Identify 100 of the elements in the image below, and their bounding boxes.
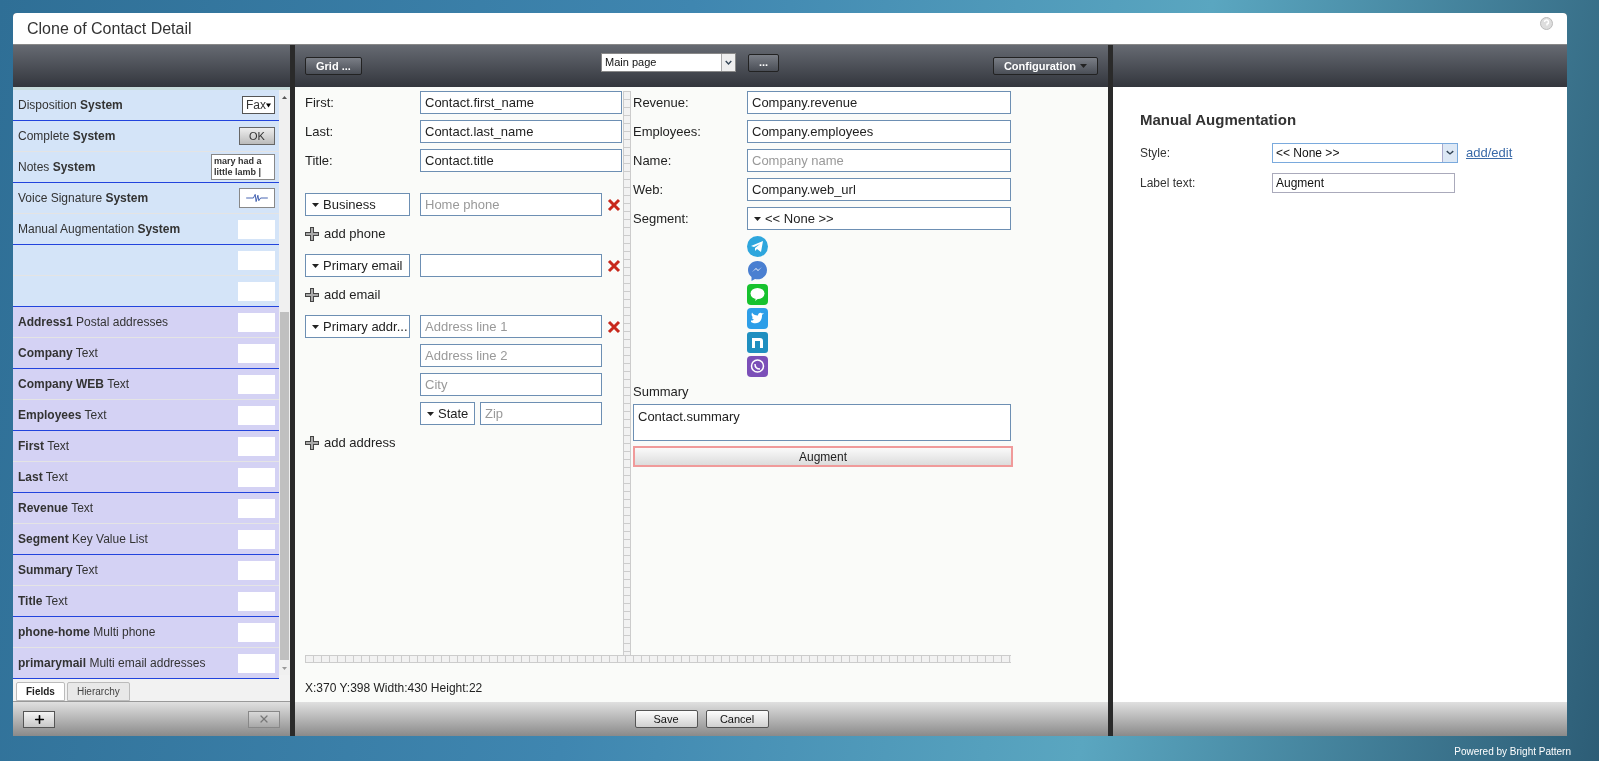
blank-preview bbox=[238, 560, 275, 580]
field-label: Last: bbox=[305, 122, 335, 141]
add-link[interactable]: add phone bbox=[305, 224, 622, 244]
blank-preview bbox=[238, 312, 275, 332]
augment-button[interactable]: Augment bbox=[633, 445, 1013, 467]
panel-tab[interactable]: Fields bbox=[16, 682, 65, 701]
field-list-item[interactable]: Segment Key Value List bbox=[13, 524, 279, 555]
chat-bubble-icon[interactable] bbox=[747, 260, 768, 281]
caret-icon bbox=[312, 263, 319, 268]
caret-icon bbox=[1080, 64, 1087, 68]
triangle-icon bbox=[266, 101, 271, 109]
summary-field[interactable]: Contact.summary bbox=[633, 403, 1011, 441]
notes-preview: mary had a little lamb | bbox=[211, 154, 275, 180]
speech-bubble-icon[interactable] bbox=[747, 284, 768, 305]
text-field[interactable] bbox=[420, 254, 602, 277]
add-link[interactable]: add email bbox=[305, 285, 622, 305]
field-label: Voice Signature System bbox=[18, 190, 149, 207]
field-label: Manual Augmentation System bbox=[18, 221, 181, 238]
button-preview: OK bbox=[239, 127, 275, 145]
delete-icon[interactable] bbox=[607, 258, 621, 273]
field-label: First: bbox=[305, 93, 335, 112]
blank-preview bbox=[238, 405, 275, 425]
field-list-item[interactable]: primarymail Multi email addresses bbox=[13, 648, 279, 679]
dropdown-preview: Fax bbox=[242, 96, 275, 114]
text-field[interactable]: City bbox=[420, 373, 602, 396]
label-text-field[interactable]: Augment bbox=[1272, 172, 1455, 193]
configuration-button[interactable]: Configuration bbox=[992, 57, 1098, 75]
field-label: Title Text bbox=[18, 593, 68, 610]
text-field[interactable]: Contact.last_name bbox=[420, 120, 622, 143]
blank-preview bbox=[238, 498, 275, 518]
text-field[interactable]: Contact.title bbox=[420, 149, 622, 172]
bird-icon[interactable] bbox=[747, 308, 768, 329]
field-label: Title: bbox=[305, 151, 334, 170]
field-label: Name: bbox=[633, 151, 673, 170]
delete-icon[interactable] bbox=[607, 197, 621, 212]
add-link[interactable]: add address bbox=[305, 433, 622, 453]
text-field[interactable]: Company.web_url bbox=[747, 178, 1011, 201]
text-field[interactable]: Zip bbox=[480, 402, 602, 425]
field-list-item[interactable]: Title Text bbox=[13, 586, 279, 617]
field-list-item[interactable]: Last Text bbox=[13, 462, 279, 493]
footer-button[interactable]: Cancel bbox=[705, 710, 769, 728]
properties-title: Manual Augmentation bbox=[1140, 110, 1298, 130]
caret-icon bbox=[312, 202, 319, 207]
caret-icon bbox=[754, 216, 761, 221]
field-list-item[interactable]: Revenue Text bbox=[13, 493, 279, 524]
field-list-item[interactable]: Summary Text bbox=[13, 555, 279, 586]
field-label: Company WEB Text bbox=[18, 376, 130, 393]
type-dropdown[interactable]: State bbox=[420, 402, 475, 425]
type-dropdown[interactable]: Primary addr... bbox=[305, 315, 410, 338]
field-list-item[interactable] bbox=[13, 276, 279, 307]
text-field[interactable]: Company.employees bbox=[747, 120, 1011, 143]
style-select[interactable]: << None >> bbox=[1272, 142, 1458, 163]
add-edit-link[interactable]: add/edit bbox=[1466, 142, 1513, 163]
field-list-item[interactable]: Address1 Postal addresses bbox=[13, 307, 279, 338]
field-list-item[interactable]: Manual Augmentation System bbox=[13, 214, 279, 245]
type-dropdown[interactable]: Business bbox=[305, 193, 410, 216]
phone-bubble-icon[interactable] bbox=[747, 356, 768, 377]
field-list-item[interactable]: Employees Text bbox=[13, 400, 279, 431]
paper-plane-icon[interactable] bbox=[747, 236, 768, 257]
field-label: Segment: bbox=[633, 209, 690, 228]
panel-tab[interactable]: Hierarchy bbox=[66, 682, 130, 701]
type-dropdown[interactable]: Primary email bbox=[305, 254, 410, 277]
text-field[interactable]: Company name bbox=[747, 149, 1011, 172]
field-label: Company Text bbox=[18, 345, 98, 362]
remove-button[interactable] bbox=[248, 710, 280, 728]
property-label: Label text: bbox=[1140, 174, 1197, 192]
text-field[interactable]: Company.revenue bbox=[747, 91, 1011, 114]
text-field[interactable]: Address line 2 bbox=[420, 344, 602, 367]
waveform-preview bbox=[239, 188, 275, 208]
caret-icon bbox=[427, 411, 434, 416]
help-icon[interactable] bbox=[1540, 17, 1553, 30]
close-icon bbox=[258, 713, 270, 725]
blank-preview bbox=[238, 622, 275, 642]
grid-button[interactable]: Grid ... bbox=[305, 57, 362, 75]
more-button[interactable]: ... bbox=[748, 53, 780, 72]
arch-icon[interactable] bbox=[747, 332, 768, 353]
field-list-item[interactable]: Notes System mary had a little lamb | bbox=[13, 152, 279, 183]
powered-by-text: Powered by Bright Pattern bbox=[1454, 745, 1571, 759]
field-label: Revenue: bbox=[633, 93, 690, 112]
field-list-item[interactable]: Voice Signature System bbox=[13, 183, 279, 214]
add-button[interactable] bbox=[23, 710, 55, 728]
field-list-item[interactable]: First Text bbox=[13, 431, 279, 462]
field-label: Last Text bbox=[18, 469, 68, 486]
footer-button[interactable]: Save bbox=[634, 710, 698, 728]
blank-preview bbox=[238, 467, 275, 487]
field-list-item[interactable]: Disposition System Fax bbox=[13, 90, 279, 121]
page-select[interactable]: Main page bbox=[601, 53, 736, 72]
text-field[interactable]: Address line 1 bbox=[420, 315, 602, 338]
field-list-item[interactable]: phone-home Multi phone bbox=[13, 617, 279, 648]
field-list-item[interactable]: Company WEB Text bbox=[13, 369, 279, 400]
field-label: primarymail Multi email addresses bbox=[18, 655, 206, 672]
text-field[interactable]: Contact.first_name bbox=[420, 91, 622, 114]
delete-icon[interactable] bbox=[607, 319, 621, 334]
text-field[interactable]: Home phone bbox=[420, 193, 602, 216]
summary-label: Summary bbox=[633, 383, 690, 401]
field-list-item[interactable]: Complete System OK bbox=[13, 121, 279, 152]
type-dropdown[interactable]: << None >> bbox=[747, 207, 1011, 230]
field-label: Address1 Postal addresses bbox=[18, 314, 169, 331]
field-list-item[interactable]: Company Text bbox=[13, 338, 279, 369]
status-text: X:370 Y:398 Width:430 Height:22 bbox=[305, 680, 484, 697]
